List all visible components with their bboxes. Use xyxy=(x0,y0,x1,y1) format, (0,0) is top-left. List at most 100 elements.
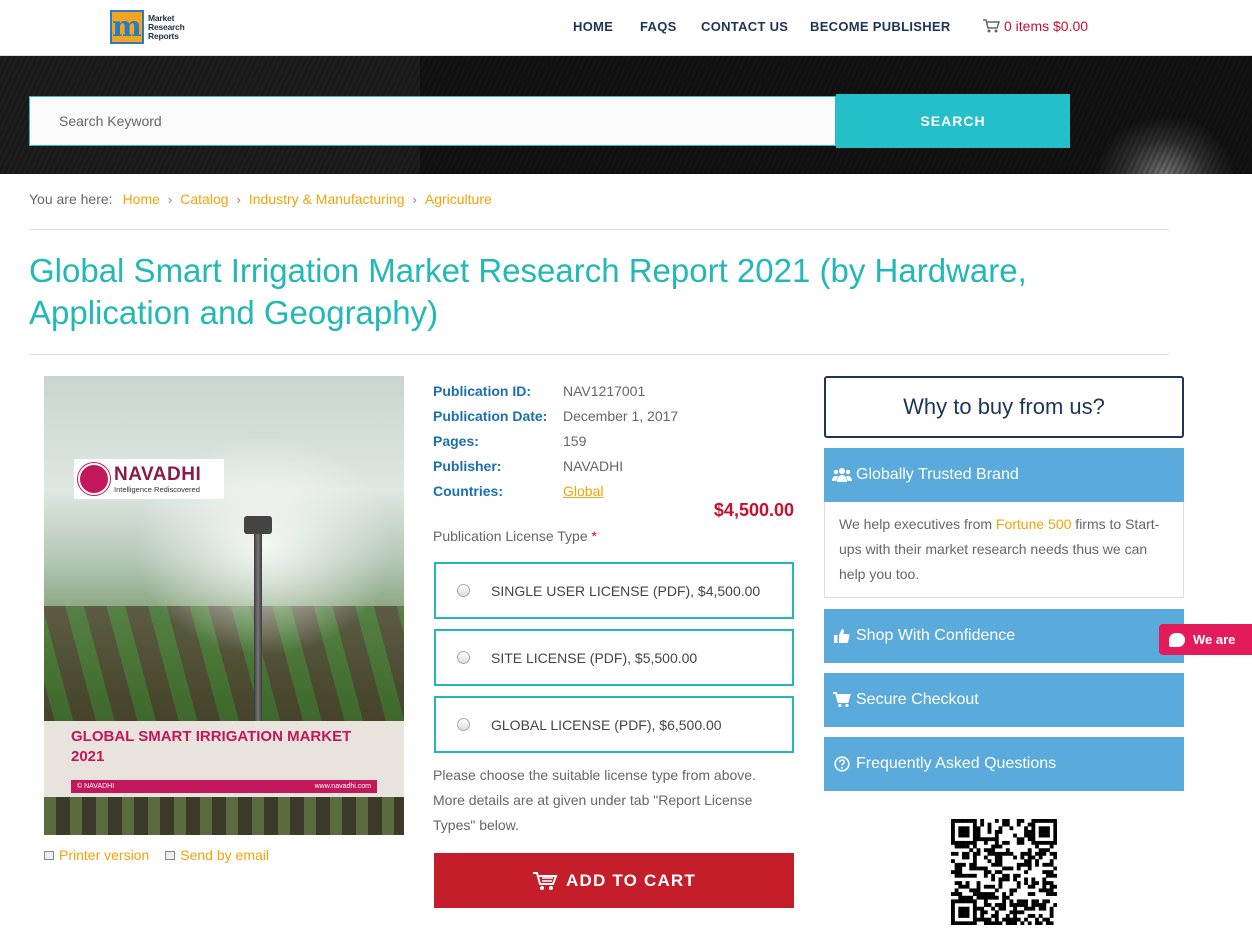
qr-module xyxy=(1002,873,1007,878)
send-by-email-link[interactable]: Send by email xyxy=(165,847,269,863)
nav-home[interactable]: HOME xyxy=(573,19,613,34)
qr-module xyxy=(1002,895,1007,900)
qr-module xyxy=(1046,848,1050,853)
qr-module xyxy=(983,873,988,878)
search-button[interactable]: SEARCH xyxy=(836,94,1070,148)
qr-module xyxy=(976,833,981,838)
qr-module xyxy=(1035,899,1039,904)
hero-banner: SEARCH xyxy=(0,56,1252,174)
qr-module xyxy=(954,873,959,878)
qr-module xyxy=(987,826,992,831)
nav-faqs[interactable]: FAQS xyxy=(640,19,677,34)
qr-module xyxy=(998,877,1003,882)
qr-module xyxy=(1031,914,1036,918)
qr-module xyxy=(1016,837,1021,842)
qr-module xyxy=(1027,855,1032,860)
chat-label: We are xyxy=(1193,632,1236,647)
qr-module xyxy=(1042,906,1047,911)
qr-module xyxy=(1024,829,1028,834)
qr-module xyxy=(965,855,970,860)
qr-module xyxy=(994,917,999,922)
meta-key: Publication ID: xyxy=(433,382,531,399)
qr-module xyxy=(951,819,955,823)
qr-module xyxy=(951,903,955,907)
qr-module xyxy=(1046,921,1050,925)
qr-module xyxy=(1005,851,1010,856)
breadcrumb-industry[interactable]: Industry & Manufacturing xyxy=(249,191,405,207)
search-input[interactable] xyxy=(29,96,836,146)
qr-module xyxy=(972,921,977,925)
radio-button[interactable] xyxy=(457,718,470,731)
qr-module xyxy=(965,884,970,889)
chat-widget[interactable]: We are xyxy=(1159,624,1252,655)
qr-module xyxy=(1002,840,1007,845)
qr-module xyxy=(1009,888,1014,893)
cart-label: 0 items $0.00 xyxy=(1004,18,1089,34)
qr-module xyxy=(980,866,985,871)
qr-module xyxy=(998,851,1003,856)
printer-version-link[interactable]: Printer version xyxy=(44,847,149,863)
qr-module xyxy=(1013,917,1017,922)
qr-module xyxy=(965,826,970,831)
qr-module xyxy=(994,895,999,900)
breadcrumb-label: You are here: xyxy=(29,191,113,207)
panel-secure-checkout[interactable]: Secure Checkout xyxy=(824,673,1184,727)
chevron-right-icon: › xyxy=(412,191,417,207)
qr-module xyxy=(1009,917,1014,922)
qr-module xyxy=(987,895,992,900)
qr-module xyxy=(1031,899,1036,904)
qr-module xyxy=(991,844,996,849)
qr-module xyxy=(969,840,974,845)
qr-module xyxy=(958,833,963,838)
qr-module xyxy=(958,870,963,875)
qr-module xyxy=(1038,829,1043,834)
panel-globally-trusted-brand[interactable]: Globally Trusted Brand xyxy=(824,448,1184,502)
qr-module xyxy=(1042,826,1047,831)
cover-sprinkler-head xyxy=(244,516,272,534)
qr-module xyxy=(1046,829,1050,834)
nav-become-publisher[interactable]: BECOME PUBLISHER xyxy=(810,19,951,34)
qr-module xyxy=(991,892,996,896)
qr-module xyxy=(987,917,992,922)
qr-module xyxy=(965,873,970,878)
qr-module xyxy=(954,866,959,871)
qr-module xyxy=(994,840,999,845)
panel-shop-with-confidence[interactable]: Shop With Confidence xyxy=(824,609,1184,663)
radio-button[interactable] xyxy=(457,584,470,597)
license-option-site[interactable]: SITE LICENSE (PDF), $5,500.00 xyxy=(434,629,794,686)
report-meta: Publication ID: NAV1217001 Publication Da… xyxy=(433,378,678,503)
qr-module xyxy=(976,829,981,834)
breadcrumb-agriculture[interactable]: Agriculture xyxy=(425,191,492,207)
qr-module xyxy=(1002,899,1007,904)
qr-module xyxy=(965,851,970,856)
breadcrumb-catalog[interactable]: Catalog xyxy=(180,191,228,207)
qr-module xyxy=(961,921,966,925)
qr-module xyxy=(972,844,977,849)
site-logo[interactable]: m Market Research Reports xyxy=(110,9,192,45)
qr-module xyxy=(961,855,966,860)
divider xyxy=(29,354,1169,355)
radio-button[interactable] xyxy=(457,651,470,664)
panel-faq[interactable]: Frequently Asked Questions xyxy=(824,737,1184,791)
qr-module xyxy=(1042,862,1047,867)
qr-module xyxy=(983,855,988,860)
qr-module xyxy=(972,840,977,845)
cover-title: GLOBAL SMART IRRIGATION MARKET 2021 xyxy=(71,727,351,767)
qr-module xyxy=(1035,819,1039,823)
license-option-single-user[interactable]: SINGLE USER LICENSE (PDF), $4,500.00 xyxy=(434,562,794,619)
add-to-cart-button[interactable]: ADD TO CART xyxy=(434,853,794,908)
qr-module xyxy=(994,855,999,860)
printer-icon xyxy=(44,850,54,860)
breadcrumb: You are here: Home › Catalog › Industry … xyxy=(29,191,492,207)
report-cover-image[interactable]: NAVADHI Intelligence Rediscovered GLOBAL… xyxy=(44,376,404,835)
license-option-global[interactable]: GLOBAL LICENSE (PDF), $6,500.00 xyxy=(434,696,794,753)
cart-summary[interactable]: 0 items $0.00 xyxy=(982,18,1088,34)
breadcrumb-home[interactable]: Home xyxy=(123,191,160,207)
qr-module xyxy=(1046,873,1050,878)
countries-link[interactable]: Global xyxy=(563,483,603,499)
qr-module xyxy=(951,906,955,911)
qr-module xyxy=(1024,833,1028,838)
qr-module xyxy=(1053,826,1057,831)
cover-sprinkler-pole xyxy=(254,526,262,726)
nav-contact-us[interactable]: CONTACT US xyxy=(701,19,788,34)
